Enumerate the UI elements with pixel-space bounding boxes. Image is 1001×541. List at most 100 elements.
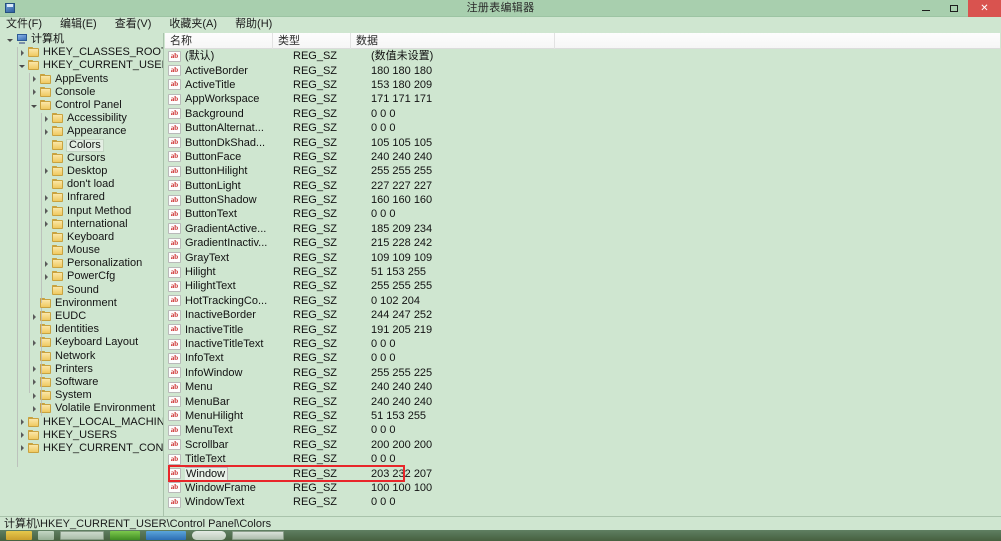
table-row[interactable]: InfoWindow REG_SZ 255 255 225 [165, 366, 1000, 380]
chevron-down-icon[interactable] [17, 59, 27, 72]
table-row[interactable]: GrayText REG_SZ 109 109 109 [165, 250, 1000, 264]
table-row[interactable]: ActiveBorder REG_SZ 180 180 180 [165, 63, 1000, 77]
chevron-right-icon[interactable] [29, 310, 39, 323]
table-row[interactable]: Window REG_SZ 203 232 207 [165, 466, 1000, 481]
taskbar-item-6[interactable] [192, 531, 226, 540]
column-header-name[interactable]: 名称 [165, 33, 273, 49]
table-row[interactable]: (默认) REG_SZ (数值未设置) [165, 49, 1000, 63]
tree-item-keyboard-layout[interactable]: Keyboard Layout [1, 336, 163, 349]
tree-item-appevents[interactable]: AppEvents [1, 73, 163, 86]
menu-item-3[interactable]: 查看(V) [115, 17, 161, 32]
table-row[interactable]: ButtonAlternat... REG_SZ 0 0 0 [165, 121, 1000, 135]
chevron-right-icon[interactable] [17, 416, 27, 429]
chevron-right-icon[interactable] [29, 363, 39, 376]
tree-item-hkey-local-machine[interactable]: HKEY_LOCAL_MACHINE [1, 415, 163, 428]
chevron-right-icon[interactable] [29, 73, 39, 86]
tree-item-eudc[interactable]: EUDC [1, 310, 163, 323]
minimize-button[interactable] [912, 0, 940, 17]
tree-item-infrared[interactable]: Infrared [1, 191, 163, 204]
table-row[interactable]: Scrollbar REG_SZ 200 200 200 [165, 438, 1000, 452]
chevron-right-icon[interactable] [29, 376, 39, 389]
chevron-right-icon[interactable] [29, 336, 39, 349]
title-bar[interactable]: 注册表编辑器 ✕ [0, 0, 1001, 17]
table-row[interactable]: MenuBar REG_SZ 240 240 240 [165, 394, 1000, 408]
taskbar-item-4[interactable] [110, 531, 140, 540]
chevron-right-icon[interactable] [41, 191, 51, 204]
table-row[interactable]: WindowFrame REG_SZ 100 100 100 [165, 481, 1000, 495]
chevron-right-icon[interactable] [29, 86, 39, 99]
table-row[interactable]: AppWorkspace REG_SZ 171 171 171 [165, 92, 1000, 106]
taskbar-item-7[interactable] [232, 531, 284, 540]
chevron-right-icon[interactable] [17, 429, 27, 442]
table-row[interactable]: HilightText REG_SZ 255 255 255 [165, 279, 1000, 293]
menu-item-5[interactable]: 帮助(H) [235, 17, 281, 32]
maximize-button[interactable] [940, 0, 968, 17]
tree-item-console[interactable]: Console [1, 86, 163, 99]
taskbar-item-5[interactable] [146, 531, 186, 540]
chevron-right-icon[interactable] [41, 165, 51, 178]
table-row[interactable]: MenuText REG_SZ 0 0 0 [165, 423, 1000, 437]
chevron-right-icon[interactable] [29, 389, 39, 402]
table-row[interactable]: InactiveTitleText REG_SZ 0 0 0 [165, 337, 1000, 351]
table-row[interactable]: HotTrackingCo... REG_SZ 0 102 204 [165, 294, 1000, 308]
chevron-right-icon[interactable] [41, 270, 51, 283]
table-row[interactable]: GradientActive... REG_SZ 185 209 234 [165, 222, 1000, 236]
menu-item-2[interactable]: 编辑(E) [60, 17, 106, 32]
tree-item-identities[interactable]: Identities [1, 323, 163, 336]
tree-item-personalization[interactable]: Personalization [1, 257, 163, 270]
table-row[interactable]: Menu REG_SZ 240 240 240 [165, 380, 1000, 394]
chevron-right-icon[interactable] [41, 205, 51, 218]
table-row[interactable]: InactiveTitle REG_SZ 191 205 219 [165, 322, 1000, 336]
chevron-right-icon[interactable] [41, 218, 51, 231]
tree-item-[interactable]: 计算机 [1, 33, 163, 46]
chevron-right-icon[interactable] [17, 46, 27, 59]
tree-item-hkey-current-config[interactable]: HKEY_CURRENT_CONFIG [1, 442, 163, 455]
menu-item-4[interactable]: 收藏夹(A) [169, 17, 226, 32]
tree-item-international[interactable]: International [1, 218, 163, 231]
taskbar-item-1[interactable] [6, 531, 32, 540]
taskbar-item-3[interactable] [60, 531, 104, 540]
tree-item-system[interactable]: System [1, 389, 163, 402]
chevron-right-icon[interactable] [41, 112, 51, 125]
taskbar-item-2[interactable] [38, 531, 54, 540]
registry-values-panel[interactable]: 名称 类型 数据 (默认) REG_SZ (数值未设置) ActiveBorder RE… [165, 33, 1000, 516]
chevron-right-icon[interactable] [41, 257, 51, 270]
table-row[interactable]: Background REG_SZ 0 0 0 [165, 107, 1000, 121]
tree-item-hkey-users[interactable]: HKEY_USERS [1, 429, 163, 442]
tree-item-software[interactable]: Software [1, 376, 163, 389]
tree-item-network[interactable]: Network [1, 350, 163, 363]
table-row[interactable]: WindowText REG_SZ 0 0 0 [165, 495, 1000, 509]
tree-item-volatile-environment[interactable]: Volatile Environment [1, 402, 163, 415]
tree-item-control-panel[interactable]: Control Panel [1, 99, 163, 112]
table-row[interactable]: ButtonShadow REG_SZ 160 160 160 [165, 193, 1000, 207]
column-header-data[interactable]: 数据 [351, 33, 555, 49]
chevron-right-icon[interactable] [17, 442, 27, 455]
tree-item-powercfg[interactable]: PowerCfg [1, 270, 163, 283]
table-row[interactable]: InfoText REG_SZ 0 0 0 [165, 351, 1000, 365]
table-row[interactable]: ButtonLight REG_SZ 227 227 227 [165, 179, 1000, 193]
tree-item-hkey-classes-root[interactable]: HKEY_CLASSES_ROOT [1, 46, 163, 59]
registry-tree-panel[interactable]: 计算机 HKEY_CLASSES_ROOT HKEY_CURRENT_USER App… [1, 33, 164, 516]
menu-item-1[interactable]: 文件(F) [6, 17, 51, 32]
table-row[interactable]: ButtonFace REG_SZ 240 240 240 [165, 150, 1000, 164]
tree-item-colors[interactable]: Colors [1, 138, 163, 152]
tree-item-desktop[interactable]: Desktop [1, 165, 163, 178]
table-row[interactable]: MenuHilight REG_SZ 51 153 255 [165, 409, 1000, 423]
tree-item-hkey-current-user[interactable]: HKEY_CURRENT_USER [1, 59, 163, 72]
chevron-down-icon[interactable] [29, 99, 39, 112]
taskbar[interactable] [0, 530, 1001, 541]
table-row[interactable]: TitleText REG_SZ 0 0 0 [165, 452, 1000, 466]
table-row[interactable]: InactiveBorder REG_SZ 244 247 252 [165, 308, 1000, 322]
chevron-right-icon[interactable] [29, 402, 39, 415]
column-header-type[interactable]: 类型 [273, 33, 351, 49]
table-row[interactable]: ButtonText REG_SZ 0 0 0 [165, 207, 1000, 221]
tree-item-mouse[interactable]: Mouse [1, 244, 163, 257]
tree-item-accessibility[interactable]: Accessibility [1, 112, 163, 125]
table-row[interactable]: Hilight REG_SZ 51 153 255 [165, 265, 1000, 279]
tree-item-printers[interactable]: Printers [1, 363, 163, 376]
tree-item-sound[interactable]: Sound [1, 284, 163, 297]
tree-item-appearance[interactable]: Appearance [1, 125, 163, 138]
tree-item-keyboard[interactable]: Keyboard [1, 231, 163, 244]
table-row[interactable]: GradientInactiv... REG_SZ 215 228 242 [165, 236, 1000, 250]
close-button[interactable]: ✕ [968, 0, 1001, 17]
